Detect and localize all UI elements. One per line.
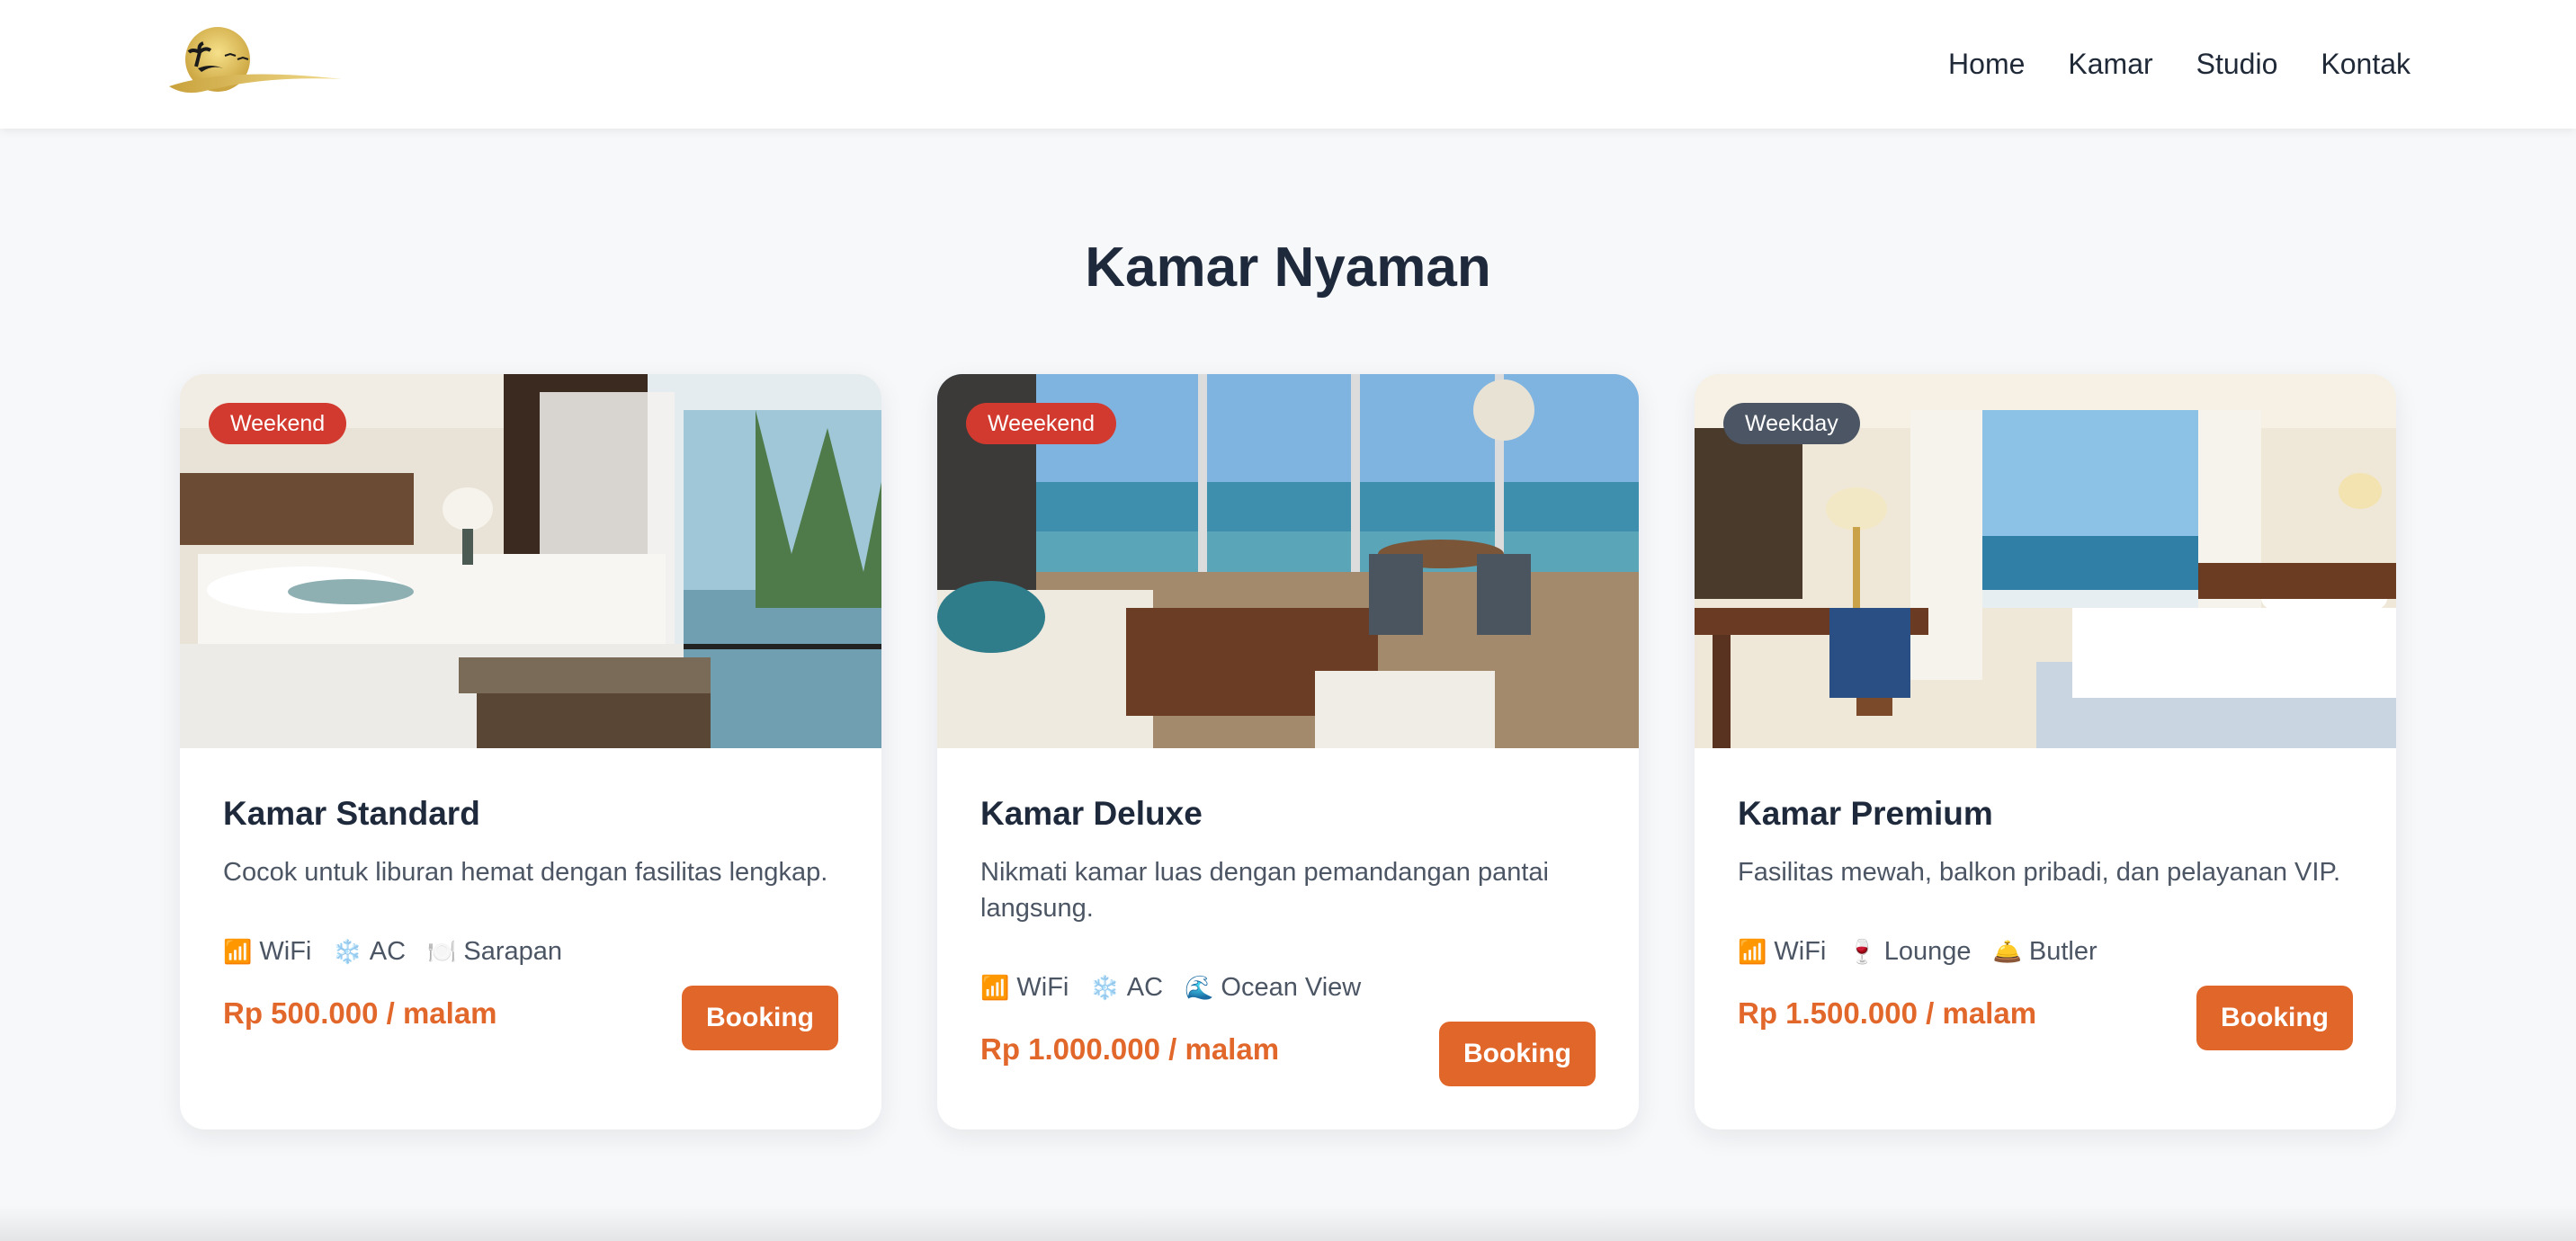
feature-ac: ❄️ AC — [1090, 973, 1164, 1002]
wifi-icon: 📶 — [1738, 938, 1767, 965]
card-title: Kamar Premium — [1738, 795, 1993, 832]
room-image: Weekday — [1695, 374, 2396, 748]
nav-link-home[interactable]: Home — [1948, 48, 2025, 81]
card-title: Kamar Standard — [223, 795, 480, 832]
room-card-deluxe: Weeekend Kamar Deluxe Nikmati kamar luas… — [937, 374, 1639, 1129]
feature-list: 📶 WiFi ❄️ AC 🌊 Ocean View — [980, 973, 1382, 1003]
feature-ocean-view: 🌊 Ocean View — [1185, 973, 1362, 1002]
room-card-standard: Weekend Kamar Standard Cocok untuk libur… — [180, 374, 881, 1129]
nav-link-studio[interactable]: Studio — [2196, 48, 2278, 81]
card-description: Cocok untuk liburan hemat dengan fasilit… — [223, 858, 828, 887]
feature-wifi: 📶 WiFi — [980, 973, 1069, 1002]
booking-button[interactable]: Booking — [2196, 986, 2353, 1050]
badge-weekend: Weekend — [209, 403, 347, 444]
wave-icon: 🌊 — [1185, 974, 1214, 1001]
card-description: Nikmati kamar luas dengan pemandangan pa… — [980, 858, 1549, 923]
booking-button[interactable]: Booking — [1439, 1022, 1596, 1086]
feature-lounge: 🍷 Lounge — [1847, 937, 1972, 966]
badge-weekday: Weekday — [1723, 403, 1860, 444]
snowflake-icon: ❄️ — [1090, 974, 1120, 1001]
nav-link-kontak[interactable]: Kontak — [2321, 48, 2411, 81]
feature-wifi: 📶 WiFi — [223, 937, 312, 966]
section-title: Kamar Nyaman — [1085, 237, 1491, 299]
booking-button[interactable]: Booking — [682, 986, 838, 1050]
wifi-icon: 📶 — [980, 974, 1010, 1001]
room-image: Weekend — [180, 374, 881, 748]
footer-shadow — [0, 1205, 2576, 1241]
feature-butler: 🛎️ Butler — [1992, 937, 2097, 966]
wine-glass-icon: 🍷 — [1847, 938, 1877, 965]
nav-link-kamar[interactable]: Kamar — [2068, 48, 2152, 81]
room-image: Weeekend — [937, 374, 1639, 748]
bell-icon: 🛎️ — [1992, 938, 2022, 965]
room-card-premium: Weekday Kamar Premium Fasilitas mewah, b… — [1695, 374, 2396, 1129]
plate-utensils-icon: 🍽️ — [427, 938, 457, 965]
card-description: Fasilitas mewah, balkon pribadi, dan pel… — [1738, 858, 2341, 887]
main-nav: Home Kamar Studio Kontak — [1905, 0, 2411, 129]
feature-list: 📶 WiFi 🍷 Lounge 🛎️ Butler — [1738, 937, 2119, 967]
room-price: Rp 1.500.000 / malam — [1738, 996, 2037, 1030]
wifi-icon: 📶 — [223, 938, 253, 965]
feature-list: 📶 WiFi ❄️ AC 🍽️ Sarapan — [223, 937, 584, 967]
navbar: Home Kamar Studio Kontak — [0, 0, 2576, 129]
feature-wifi: 📶 WiFi — [1738, 937, 1827, 966]
feature-sarapan: 🍽️ Sarapan — [427, 937, 563, 966]
feature-ac: ❄️ AC — [333, 937, 407, 966]
palm-sunset-logo[interactable] — [165, 27, 342, 101]
room-price: Rp 500.000 / malam — [223, 996, 497, 1030]
badge-weekend: Weeekend — [966, 403, 1117, 444]
room-price: Rp 1.000.000 / malam — [980, 1032, 1280, 1066]
snowflake-icon: ❄️ — [333, 938, 362, 965]
card-title: Kamar Deluxe — [980, 795, 1203, 832]
